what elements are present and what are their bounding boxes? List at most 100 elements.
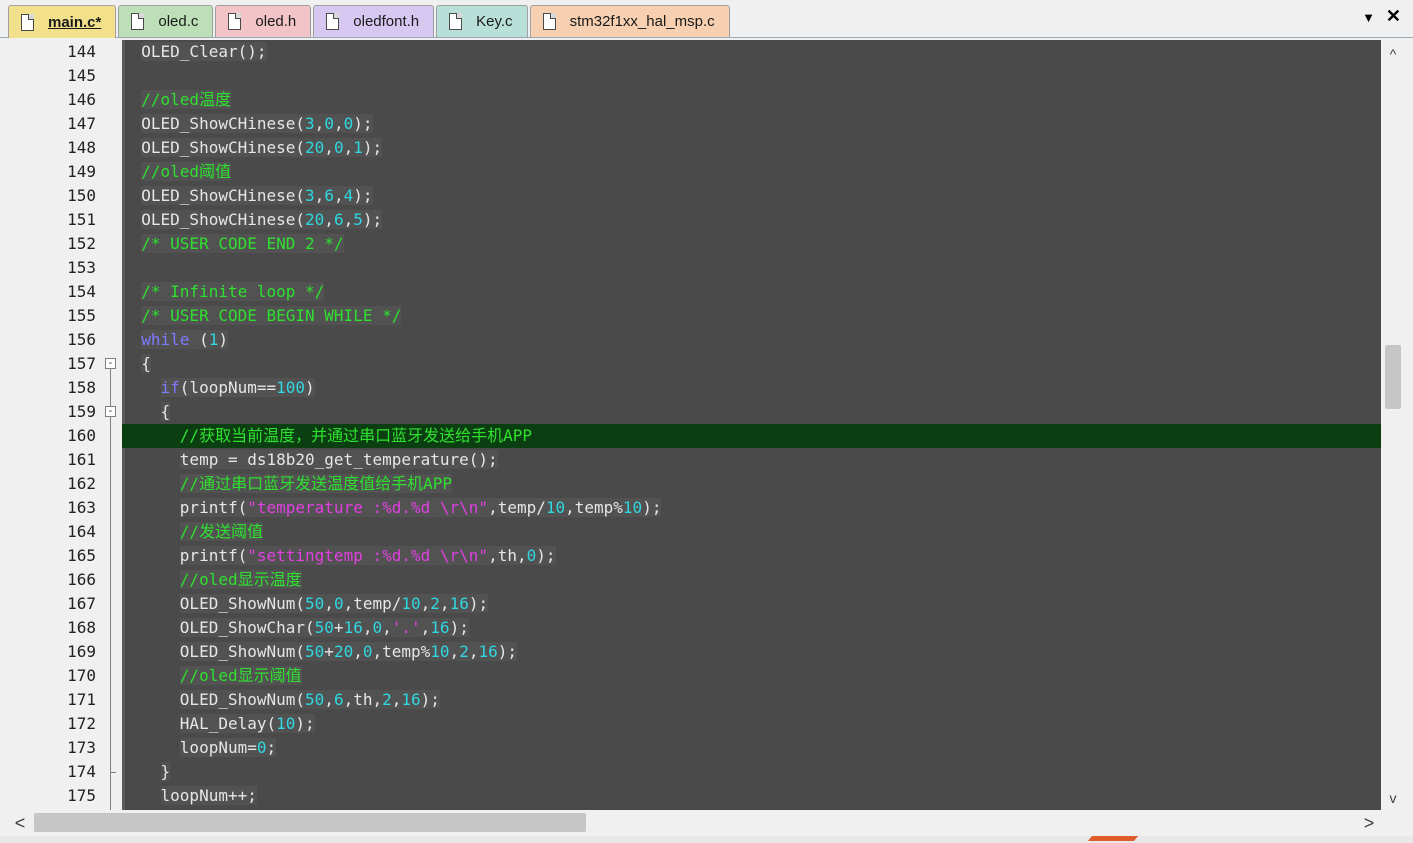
code-line[interactable]: OLED_Clear(); (122, 40, 1381, 64)
code-token: /* USER CODE BEGIN WHILE */ (141, 306, 402, 325)
code-token: 20 (305, 138, 325, 157)
code-token: OLED_ShowNum( (179, 690, 306, 709)
line-number: 151 (67, 210, 96, 229)
line-number: 170 (67, 666, 96, 685)
line-number: 160 (67, 426, 96, 445)
tab-oledfont-h[interactable]: oledfont.h (313, 5, 435, 37)
line-number: 152 (67, 234, 96, 253)
code-token: 2 (382, 690, 392, 709)
file-icon (542, 13, 556, 30)
code-token: 100 (276, 378, 306, 397)
code-line[interactable]: //oled显示温度 (122, 568, 1381, 592)
tab-label: Key.c (476, 13, 513, 30)
tab-list-dropdown-icon[interactable]: ▼ (1362, 10, 1375, 25)
code-token: ) (305, 378, 315, 397)
code-token: ,temp% (565, 498, 623, 517)
code-token: { (160, 402, 171, 421)
code-token: //通过串口蓝牙发送温度值给手机APP (179, 474, 452, 493)
scroll-down-icon[interactable]: v (1381, 786, 1405, 810)
tab-main-c[interactable]: main.c* (8, 5, 117, 38)
code-token: 3 (305, 186, 315, 205)
fold-toggle-icon[interactable]: - (105, 358, 116, 369)
horizontal-scroll-thumb[interactable] (34, 813, 586, 832)
line-number: 166 (67, 570, 96, 589)
scroll-right-icon[interactable]: > (1357, 810, 1381, 836)
code-token: /* Infinite loop */ (141, 282, 325, 301)
code-token: ); (536, 546, 556, 565)
code-token: OLED_ShowChar( (179, 618, 315, 637)
code-line[interactable]: OLED_ShowNum(50,0,temp/10,2,16); (122, 592, 1381, 616)
code-token: //oled显示阈值 (179, 666, 302, 685)
tab-stm32f1xx-hal-msp-c[interactable]: stm32f1xx_hal_msp.c (529, 5, 730, 37)
line-number: 162 (67, 474, 96, 493)
code-line[interactable]: /* Infinite loop */ (122, 280, 1381, 304)
code-token: //发送阈值 (179, 522, 264, 541)
tab-key-c[interactable]: Key.c (436, 5, 528, 37)
code-editor[interactable]: 144 145 146 147 148 149 150 151 152 153 154 155 156 1… (8, 40, 1381, 810)
code-line[interactable]: printf("temperature :%d.%d \r\n",temp/10… (122, 496, 1381, 520)
vertical-scroll-thumb[interactable] (1385, 345, 1401, 409)
line-number: 147 (67, 114, 96, 133)
code-line[interactable]: OLED_ShowNum(50+20,0,temp%10,2,16); (122, 640, 1381, 664)
code-line[interactable]: //oled显示阈值 (122, 664, 1381, 688)
code-token: 16 (343, 618, 363, 637)
horizontal-scrollbar[interactable]: < > (8, 810, 1381, 836)
code-token: 6 (333, 210, 344, 229)
vertical-scrollbar[interactable]: ^ v (1381, 40, 1405, 810)
code-token: 6 (333, 690, 344, 709)
code-token: , (324, 690, 334, 709)
code-token: "temperature :%d.%d \r\n" (247, 498, 489, 517)
code-line[interactable]: loopNum++; (122, 784, 1381, 808)
line-number: 174 (67, 762, 96, 781)
code-line[interactable]: HAL_Delay(10); (122, 712, 1381, 736)
tab-oled-c[interactable]: oled.c (118, 5, 214, 37)
code-token: 2 (430, 594, 440, 613)
code-token: ; (266, 738, 277, 757)
code-line[interactable]: if(loopNum==100) (122, 376, 1381, 400)
scroll-up-icon[interactable]: ^ (1381, 42, 1405, 66)
code-line[interactable]: OLED_ShowCHinese(20,0,1); (122, 136, 1381, 160)
code-token: OLED_ShowCHinese( (141, 186, 306, 205)
file-icon (326, 13, 340, 30)
code-token: '.' (391, 618, 421, 637)
fold-toggle-icon[interactable]: - (105, 406, 116, 417)
line-number: 169 (67, 642, 96, 661)
code-token: 10 (430, 642, 450, 661)
code-line[interactable]: printf("settingtemp :%d.%d \r\n",th,0); (122, 544, 1381, 568)
code-line[interactable]: //oled阈值 (122, 160, 1381, 184)
code-token: , (324, 138, 334, 157)
code-line[interactable]: { (122, 400, 1381, 424)
file-icon (131, 13, 145, 30)
code-line[interactable]: temp = ds18b20_get_temperature(); (122, 448, 1381, 472)
code-area[interactable]: OLED_Clear(); //oled温度 OLED_ShowCHinese(… (122, 40, 1381, 810)
code-line[interactable]: OLED_ShowCHinese(3,6,4); (122, 184, 1381, 208)
code-line[interactable]: OLED_ShowCHinese(3,0,0); (122, 112, 1381, 136)
code-line[interactable]: //获取当前温度，并通过串口蓝牙发送给手机APP (122, 424, 1381, 448)
line-number: 161 (67, 450, 96, 469)
code-token: ,temp/ (343, 594, 402, 613)
code-line[interactable]: //发送阈值 (122, 520, 1381, 544)
scroll-left-icon[interactable]: < (8, 810, 32, 836)
code-line[interactable]: OLED_ShowNum(50,6,th,2,16); (122, 688, 1381, 712)
code-line[interactable]: /* USER CODE BEGIN WHILE */ (122, 304, 1381, 328)
code-line[interactable]: //oled温度 (122, 88, 1381, 112)
code-token: 5 (353, 210, 363, 229)
code-token: 10 (545, 498, 566, 517)
code-line[interactable]: //通过串口蓝牙发送温度值给手机APP (122, 472, 1381, 496)
code-line[interactable]: OLED_ShowChar(50+16,0,'.',16); (122, 616, 1381, 640)
code-line[interactable] (122, 64, 1381, 88)
code-line[interactable]: /* USER CODE END 2 */ (122, 232, 1381, 256)
code-line[interactable]: OLED_ShowCHinese(20,6,5); (122, 208, 1381, 232)
code-token: //oled温度 (141, 90, 232, 109)
code-line[interactable]: while (1) (122, 328, 1381, 352)
code-token: 10 (276, 714, 296, 733)
code-line[interactable]: } (122, 760, 1381, 784)
code-line[interactable]: loopNum=0; (122, 736, 1381, 760)
line-number: 144 (67, 42, 96, 61)
tab-oled-h[interactable]: oled.h (215, 5, 312, 37)
code-line[interactable]: { (122, 352, 1381, 376)
close-tab-icon[interactable]: ✕ (1386, 6, 1401, 27)
code-token: 4 (343, 186, 354, 205)
code-line[interactable] (122, 256, 1381, 280)
code-token: , (324, 210, 334, 229)
